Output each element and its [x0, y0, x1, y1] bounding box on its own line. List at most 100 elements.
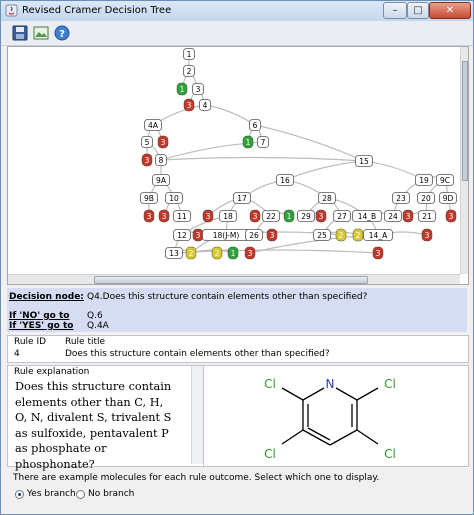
tree-node-label: 3 — [187, 101, 192, 110]
tree-edge — [204, 104, 256, 126]
tree-node-result-red[interactable]: 3 — [202, 209, 214, 223]
tree-node-question[interactable]: 16 — [276, 174, 294, 186]
tree-node-question[interactable]: 9C — [436, 174, 454, 186]
tree-node-result-red[interactable]: 3 — [183, 98, 195, 112]
tree-node-question[interactable]: 22 — [262, 210, 280, 222]
tree-node-result-red[interactable]: 3 — [421, 228, 433, 242]
image-icon[interactable] — [32, 24, 50, 42]
tree-node-label: 9D — [443, 194, 454, 203]
tree-node-question[interactable]: 13 — [165, 247, 183, 259]
tree-node-result-red[interactable]: 3 — [158, 209, 170, 223]
tree-node-result-green[interactable]: 1 — [242, 135, 254, 149]
tree-node-result-red[interactable]: 3 — [445, 209, 457, 223]
yes-branch-radio[interactable]: Yes branch — [15, 489, 76, 499]
tree-node-result-green[interactable]: 1 — [227, 246, 239, 260]
tree-node-result-green[interactable]: 1 — [176, 82, 188, 96]
tree-node-question[interactable]: 21 — [418, 210, 436, 222]
radio-unselected-icon[interactable] — [76, 489, 85, 499]
tree-node-label: 2 — [339, 231, 344, 240]
tree-node-question[interactable]: 29 — [297, 210, 315, 222]
tree-node-question[interactable]: 2 — [183, 65, 195, 77]
tree-node-label: 5 — [145, 138, 150, 147]
horizontal-scroll-thumb[interactable] — [94, 276, 368, 284]
tree-node-question[interactable]: 4 — [199, 99, 211, 111]
tree-node-question[interactable]: 5 — [141, 136, 153, 148]
tree-node-result-red[interactable]: 3 — [141, 153, 153, 167]
tree-node-result-yellow[interactable]: 2 — [185, 246, 197, 260]
tree-node-result-red[interactable]: 3 — [143, 209, 155, 223]
tree-node-question[interactable]: 26 — [245, 229, 263, 241]
vertical-scroll-thumb[interactable] — [462, 61, 468, 181]
tree-node-result-red[interactable]: 3 — [315, 209, 327, 223]
tree-node-label: 1 — [246, 138, 251, 147]
tree-node-question[interactable]: 11 — [173, 210, 191, 222]
tree-node-question[interactable]: 4A — [144, 119, 162, 131]
tree-node-result-red[interactable]: 3 — [157, 135, 169, 149]
tree-node-question[interactable]: 14_B — [352, 210, 382, 222]
decision-tree-panel[interactable]: 1 2 1 3 3 4 4A 6 5 3 1 7 3 8 15 9A 16 19 9C 9B 10 17 28 23 20 9D 3… — [7, 46, 469, 285]
tree-node-label: 3 — [319, 212, 324, 221]
tree-node-result-yellow[interactable]: 2 — [335, 228, 347, 242]
tree-node-question[interactable]: 24 — [384, 210, 402, 222]
title-bar[interactable]: Revised Cramer Decision Tree – □ ✕ — [1, 1, 473, 21]
tree-node-result-red[interactable]: 3 — [402, 209, 414, 223]
tree-node-result-red[interactable]: 3 — [372, 246, 384, 260]
tree-node-question[interactable]: 20 — [417, 192, 435, 204]
tree-node-question[interactable]: 19 — [415, 174, 433, 186]
tree-node-label: 22 — [266, 212, 276, 221]
tree-node-result-yellow[interactable]: 2 — [352, 228, 364, 242]
tree-node-label: 21 — [422, 212, 432, 221]
close-button[interactable]: ✕ — [429, 2, 471, 19]
radio-selected-icon[interactable] — [15, 489, 24, 499]
tree-node-label: 28 — [322, 194, 332, 203]
no-branch-radio[interactable]: No branch — [76, 489, 134, 499]
tree-node-question[interactable]: 17 — [233, 192, 251, 204]
tree-node-question[interactable]: 18(J-M) — [202, 229, 250, 241]
tree-node-label: 3 — [147, 212, 152, 221]
tree-node-question[interactable]: 9A — [152, 174, 170, 186]
tree-node-question[interactable]: 15 — [355, 155, 373, 167]
tree-horizontal-scrollbar[interactable] — [8, 274, 460, 284]
help-icon[interactable]: ? — [53, 24, 71, 42]
tree-node-question[interactable]: 8 — [155, 154, 167, 166]
tree-node-question[interactable]: 1 — [183, 48, 195, 60]
rule-explanation-text: Does this structure contain elements oth… — [15, 380, 172, 471]
tree-node-question[interactable]: 10 — [165, 192, 183, 204]
tree-node-result-yellow[interactable]: 2 — [211, 246, 223, 260]
rule-id-value: 4 — [14, 349, 20, 359]
minimize-button[interactable]: – — [383, 2, 407, 19]
tree-node-question[interactable]: 12 — [173, 229, 191, 241]
tree-vertical-scrollbar[interactable] — [460, 47, 468, 274]
tree-node-result-red[interactable]: 3 — [249, 209, 261, 223]
tree-node-label: 3 — [253, 212, 258, 221]
tree-node-label: 1 — [187, 50, 192, 59]
tree-node-question[interactable]: 27 — [333, 210, 351, 222]
tree-node-result-red[interactable]: 3 — [244, 246, 256, 260]
tree-node-question[interactable]: 9B — [140, 192, 158, 204]
tree-node-label: 3 — [196, 231, 201, 240]
tree-node-question[interactable]: 28 — [318, 192, 336, 204]
tree-node-question[interactable]: 7 — [257, 136, 269, 148]
tree-node-question[interactable]: 6 — [249, 119, 261, 131]
tree-node-label: 4 — [203, 101, 208, 110]
tree-node-question[interactable]: 9D — [439, 192, 457, 204]
tree-node-question[interactable]: 23 — [392, 192, 410, 204]
tree-node-question[interactable]: 14_A — [363, 229, 393, 241]
tree-node-question[interactable]: 18 — [219, 210, 237, 222]
chlorine-atom: Cl — [384, 447, 396, 461]
tree-node-question[interactable]: 25 — [313, 229, 331, 241]
tree-node-label: 3 — [270, 231, 275, 240]
tree-node-label: 13 — [169, 249, 179, 258]
save-icon[interactable] — [11, 24, 29, 42]
tree-node-label: 4A — [148, 121, 159, 130]
tree-node-result-red[interactable]: 3 — [192, 228, 204, 242]
tree-node-label: 3 — [406, 212, 411, 221]
tree-node-label: 7 — [261, 138, 266, 147]
decision-tree-graph[interactable]: 121 33 44A 65 3 1 73 8 159A 16 19 9C9B 10 17 28 23 20 9D3… — [8, 47, 460, 274]
tree-node-question[interactable]: 3 — [192, 83, 204, 95]
maximize-button[interactable]: □ — [407, 2, 429, 19]
tree-node-result-green[interactable]: 1 — [283, 209, 295, 223]
tree-node-label: 3 — [248, 249, 253, 258]
tree-node-label: 3 — [206, 212, 211, 221]
tree-node-result-red[interactable]: 3 — [266, 228, 278, 242]
